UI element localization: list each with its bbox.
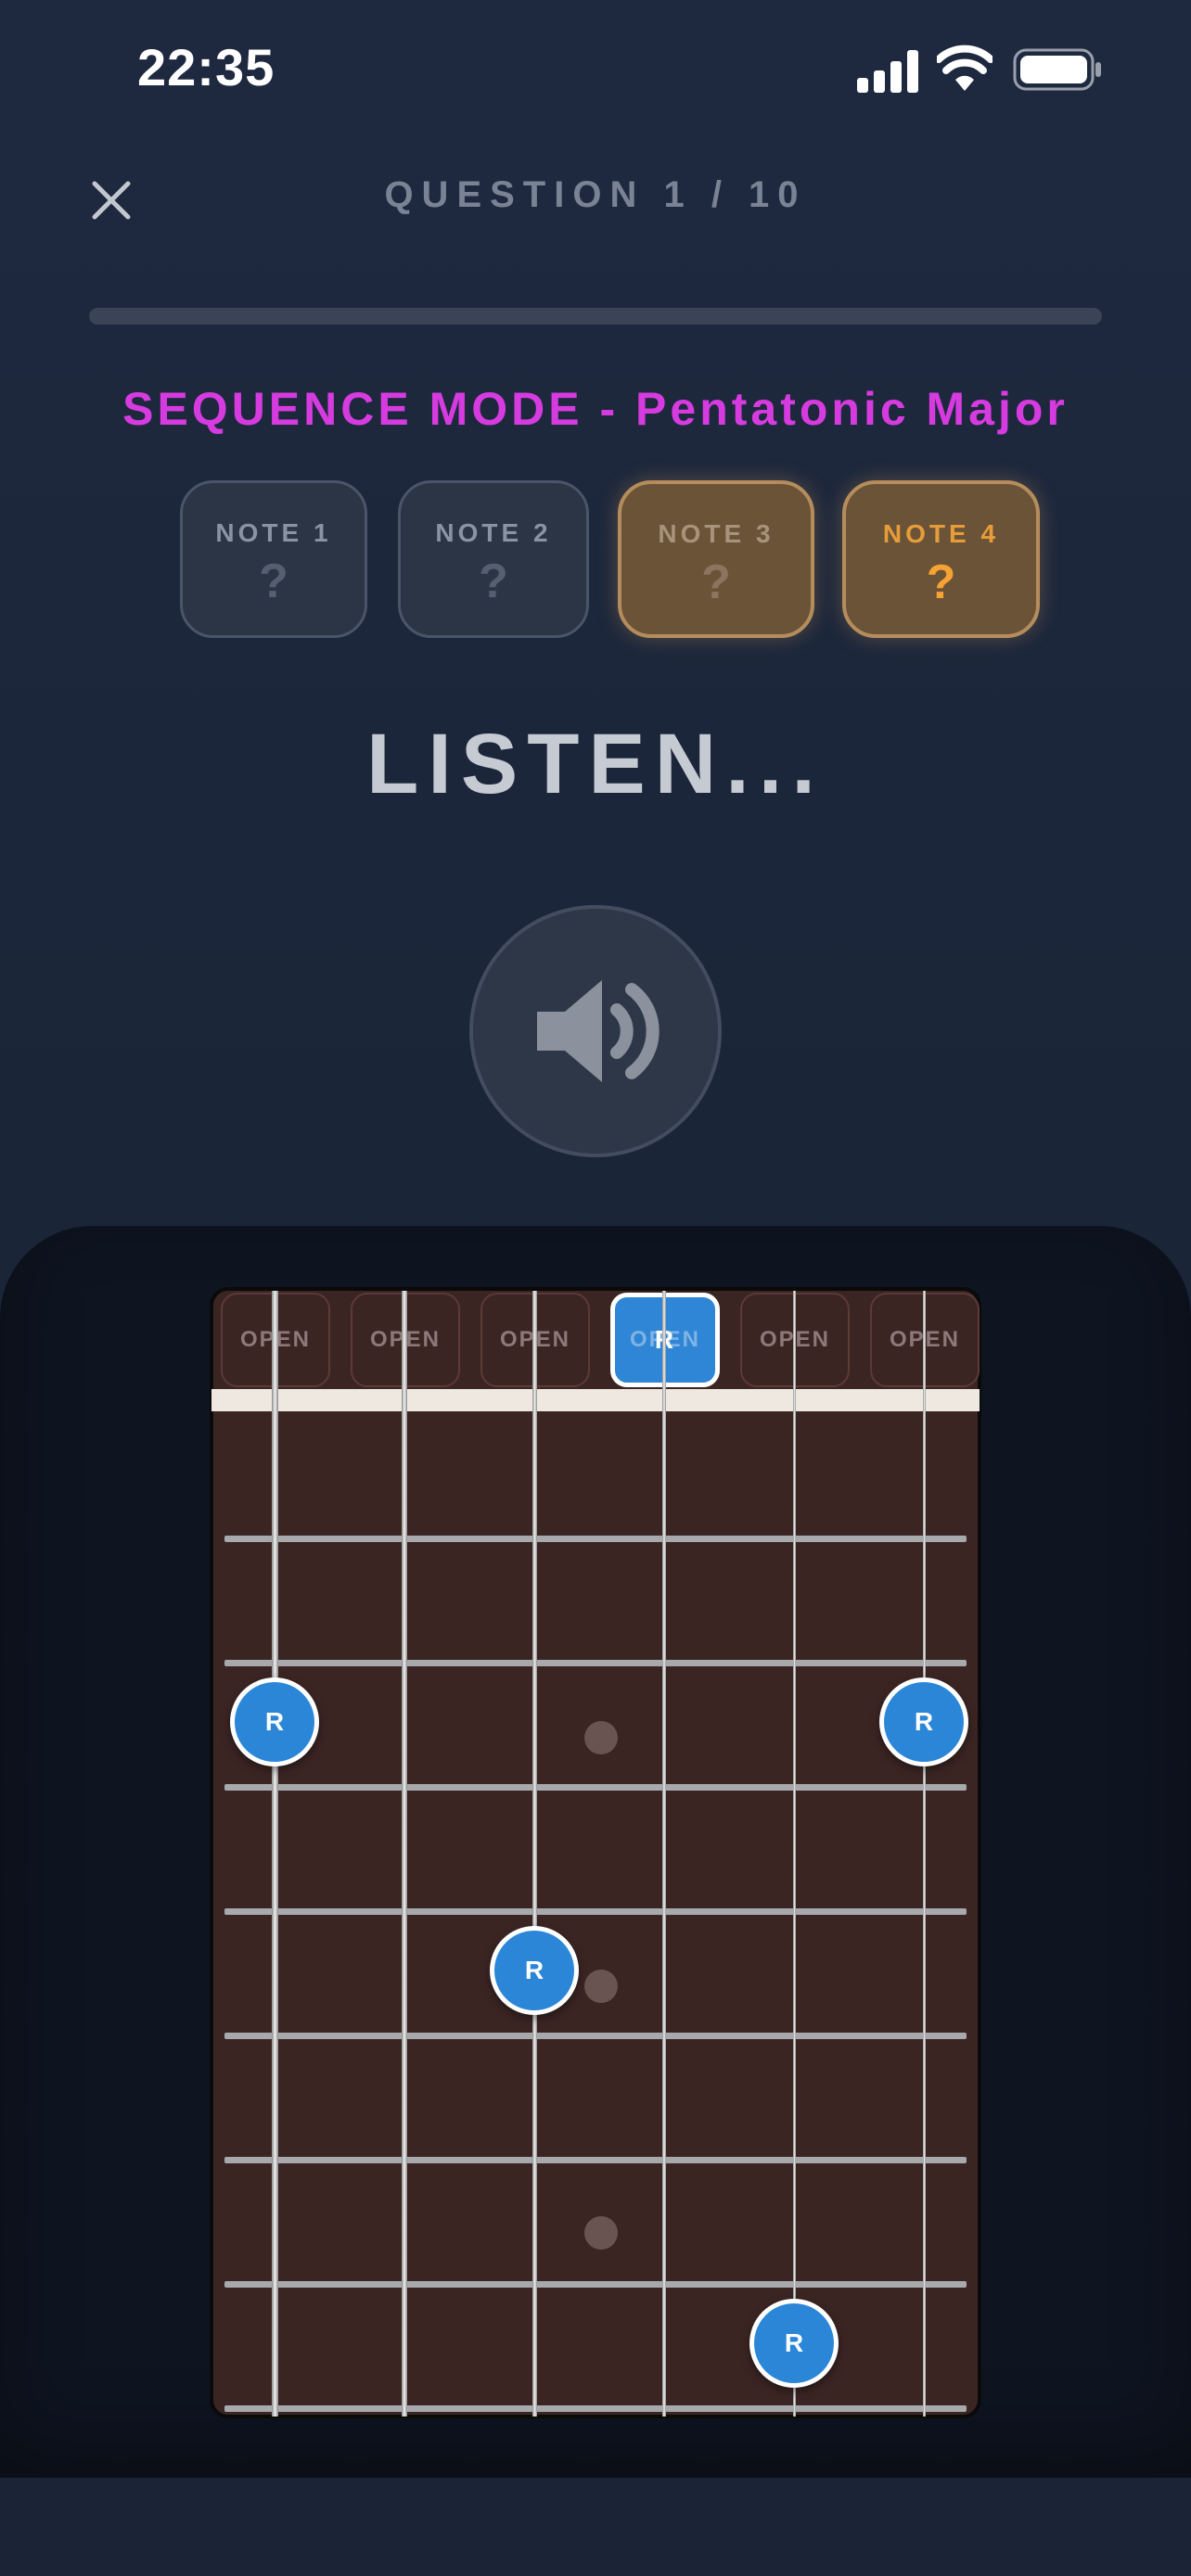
fretboard-nut xyxy=(211,1389,980,1411)
fret-wire-2 xyxy=(224,1660,967,1666)
note-slot-label: NOTE 4 xyxy=(882,519,1000,548)
fret-wire-6 xyxy=(224,2157,967,2163)
note-slot-2[interactable]: NOTE 2 ? xyxy=(398,480,589,638)
guitar-string-5 xyxy=(792,1291,796,2417)
status-time: 22:35 xyxy=(137,38,275,96)
fret-wire-8 xyxy=(224,2405,967,2412)
guitar-string-2 xyxy=(402,1291,407,2417)
root-note-marker[interactable]: R xyxy=(879,1677,968,1766)
fret-inlay-dot xyxy=(584,2216,618,2250)
fret-inlay-dot xyxy=(584,1721,618,1754)
battery-icon xyxy=(1013,48,1101,91)
note-slot-label: NOTE 1 xyxy=(215,518,332,547)
fret-wire-1 xyxy=(224,1536,967,1542)
wifi-icon xyxy=(937,45,992,91)
note-slot-label: NOTE 2 xyxy=(435,518,552,547)
guitar-string-3 xyxy=(531,1291,537,2417)
note-slot-value: ? xyxy=(926,555,956,609)
note-slot-value: ? xyxy=(259,555,288,608)
note-slot-4[interactable]: NOTE 4 ? xyxy=(842,480,1040,638)
guitar-string-6 xyxy=(922,1291,926,2417)
note-slot-value: ? xyxy=(479,555,508,608)
note-slot-3[interactable]: NOTE 3 ? xyxy=(618,480,814,638)
bottom-safe-area xyxy=(0,2478,1191,2576)
note-slot-label: NOTE 3 xyxy=(658,519,775,548)
fret-wire-5 xyxy=(224,2033,967,2039)
fret-wire-7 xyxy=(224,2281,967,2288)
mode-title: SEQUENCE MODE - Pentatonic Major xyxy=(122,383,1069,435)
progress-track xyxy=(89,308,1102,325)
speaker-icon xyxy=(537,980,660,1082)
note-slot-1[interactable]: NOTE 1 ? xyxy=(180,480,367,638)
root-note-marker[interactable]: R xyxy=(230,1677,319,1766)
cellular-signal-icon xyxy=(857,50,918,93)
note-slot-value: ? xyxy=(701,555,731,609)
fret-inlay-dot xyxy=(584,1970,618,2003)
listen-prompt: LISTEN... xyxy=(366,717,825,811)
question-counter: QUESTION 1 / 10 xyxy=(384,174,807,215)
play-audio-button[interactable] xyxy=(469,905,722,1157)
guitar-string-1 xyxy=(271,1291,278,2417)
fret-wire-4 xyxy=(224,1908,967,1915)
fret-wire-3 xyxy=(224,1784,967,1791)
guitar-string-4 xyxy=(662,1291,666,2417)
root-note-marker[interactable]: R xyxy=(749,2299,839,2388)
root-note-marker[interactable]: R xyxy=(490,1926,579,2015)
